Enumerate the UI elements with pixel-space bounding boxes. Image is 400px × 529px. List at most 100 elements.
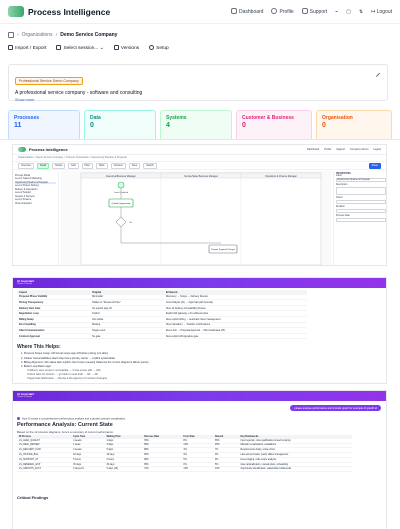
edit-button[interactable]: Edit — [68, 162, 79, 169]
organization-overview-panel: Process Intelligence Dashboard Profile S… — [0, 0, 400, 140]
tree-item[interactable]: Process Model — [15, 175, 56, 177]
gateway-label: Yes — [129, 222, 132, 224]
nav-dashboard[interactable]: Dashboard — [230, 8, 263, 15]
ai-assistant-header: AI Assistant Claude 4 Sonnet — [13, 278, 386, 288]
list-item: 4. Better Loop-Back Logic: — [21, 364, 52, 368]
table-cell: Opportunity identification, stakeholder … — [238, 466, 352, 473]
tree-item-selected[interactable]: Opportunity Pipeline & Proposal — [15, 181, 56, 184]
brand-logo-icon — [18, 147, 26, 152]
table-button[interactable]: Table — [95, 162, 108, 169]
editor-top-nav: Process Intelligence Dashboard Profile S… — [13, 145, 386, 155]
show-more-link[interactable]: Show more — [15, 98, 381, 102]
ai-comparison-panel: AI Assistant Claude 4 Sonnet Aspect Orig… — [12, 277, 387, 384]
dashboard-icon — [230, 8, 237, 14]
table-row: LS_GROWTH_ACCT 6 days+16 5 days (16) 72% 16%… — [17, 466, 352, 473]
stat-data[interactable]: Data 0 — [84, 110, 156, 139]
user-message-bubble: please analyse performance and provide g… — [290, 405, 381, 411]
brand-title: Process Intelligence — [29, 147, 68, 152]
diagram-canvas[interactable]: Executive/Business Manager Service/Sales… — [61, 171, 331, 266]
tree-item[interactable]: Close & Expand — [15, 203, 56, 205]
tree-item[interactable]: Level 2 Finance — [15, 199, 56, 201]
stat-customer-business[interactable]: Customer & Business 0 — [236, 110, 312, 139]
pulse-icon[interactable]: ⌁ — [335, 9, 338, 15]
page: Process Intelligence Dashboard Profile S… — [0, 0, 400, 529]
stat-processes[interactable]: Processes 11 — [8, 110, 80, 139]
save-button[interactable]: Save — [128, 162, 141, 169]
filter-button[interactable]: Filter — [81, 162, 93, 169]
comparison-table: Aspect Original Enhanced Proposal Phase … — [17, 290, 307, 340]
nav-logout[interactable]: ↦ Logout — [371, 9, 392, 15]
duration-input[interactable] — [336, 209, 386, 213]
table-cell: 16% — [181, 466, 213, 473]
overview-button[interactable]: Overview — [18, 162, 34, 169]
description-input[interactable] — [336, 187, 386, 195]
breadcrumb-organizations[interactable]: Organizations — [22, 32, 53, 38]
field-label: Description — [336, 184, 348, 186]
tree-item[interactable]: Level 2 Project Delivery — [15, 185, 56, 187]
nav-profile[interactable]: Profile — [324, 148, 331, 151]
nav-profile[interactable]: Profile — [271, 8, 294, 15]
list-item: If client asks for revision → go back to… — [27, 373, 98, 377]
editor-body: Process Model Level 1 Sales & Marketing … — [13, 171, 386, 266]
brand-title: Process Intelligence — [28, 6, 111, 17]
edit-pencil-icon[interactable] — [372, 69, 381, 78]
editor-breadcrumb[interactable]: Organizations > Demo Service Company > P… — [13, 155, 386, 162]
performance-heading: Performance Analysis: Current State — [17, 422, 113, 428]
brand-logo-icon — [8, 6, 24, 17]
breadcrumb: › Organizations › Demo Service Company — [0, 24, 400, 40]
owner-input[interactable] — [336, 200, 386, 204]
table-cell: 6 days+16 — [71, 466, 105, 473]
performance-table: ID Process Cycle Time Waiting Time Succe… — [17, 435, 352, 473]
top-nav-bar: Process Intelligence Dashboard Profile S… — [0, 0, 400, 24]
tree-item[interactable]: Delivery & Operations — [15, 189, 56, 191]
ai-subtitle: Claude 4 Sonnet — [17, 283, 32, 285]
table-cell: 72% — [142, 466, 182, 473]
translate-icon[interactable]: ⇅ — [359, 9, 363, 15]
tree-item[interactable]: Support & Success — [15, 196, 56, 198]
process-editor-panel: Process Intelligence Dashboard Profile S… — [12, 144, 387, 266]
task-label: Qualify Opportunity — [112, 202, 132, 205]
home-icon[interactable] — [8, 31, 14, 38]
org-toolbar: Import / Export Select session... ⌄ Vers… — [0, 40, 400, 54]
start-event[interactable] — [117, 181, 125, 189]
main-nav: Dashboard Profile Support ⌁ ▢ ⇅ ↦ Logout — [230, 8, 392, 15]
share-button[interactable]: Share — [368, 162, 381, 169]
table-cell: No gate — [90, 333, 164, 340]
swimlane-diagram[interactable]: Executive/Business Manager Service/Sales… — [61, 171, 331, 266]
chat-icon[interactable]: ▢ — [346, 9, 351, 15]
nav-support[interactable]: Support — [301, 8, 327, 15]
gear-icon — [149, 45, 155, 50]
field-label: Process Date — [336, 215, 350, 217]
performance-table-body: LS_LEAD_QUALIFY 4 weeks 4 days 35% 8% 65% Inpu… — [17, 438, 352, 473]
versions-button[interactable]: Versions — [110, 162, 126, 169]
nav-company-admin[interactable]: Company Admin — [350, 148, 368, 151]
search-button[interactable]: Search — [143, 162, 157, 169]
support-icon — [301, 8, 308, 14]
label-input[interactable]: Opportunity Pipeline & Proposal — [336, 178, 386, 182]
stat-systems[interactable]: Systems 4 — [160, 110, 232, 139]
simple-button[interactable]: Simple — [52, 162, 66, 169]
list-item: If delivery says scope is not feasible →… — [27, 369, 101, 373]
nav-support[interactable]: Support — [336, 148, 345, 151]
list-item: 3. Billing Alignment: AR makes Alert exp… — [21, 360, 149, 364]
nav-logout[interactable]: Logout — [373, 148, 381, 151]
session-icon — [56, 45, 62, 50]
profile-icon — [271, 8, 278, 14]
detail-button[interactable]: Detail — [36, 162, 50, 169]
performance-subheading: Based on the 12 process diagrams, here's… — [17, 430, 114, 434]
nav-dashboard[interactable]: Dashboard — [307, 148, 319, 151]
table-row: Contract Approval No gate New explicit AR … — [17, 333, 307, 340]
setup-button[interactable]: Setup — [149, 45, 169, 54]
process-date-input[interactable] — [336, 218, 386, 222]
import-export-button[interactable]: Import / Export — [8, 45, 46, 54]
task-label: Prepare Proposal & Scope — [211, 249, 236, 251]
tree-item[interactable]: Level 2 Support — [15, 192, 56, 194]
assistant-avatar-icon — [17, 417, 20, 420]
session-select[interactable]: Select session... ⌄ — [56, 45, 104, 54]
process-tree: Process Model Level 1 Sales & Marketing … — [13, 171, 59, 265]
table-cell: New explicit AR signature gate — [163, 333, 307, 340]
stat-organisation[interactable]: Organisation 0 — [316, 110, 392, 139]
tree-item[interactable]: Level 1 Sales & Marketing — [15, 178, 56, 180]
list-item: If approvals fail/revision → Revise & Re… — [27, 377, 108, 381]
versions-button[interactable]: Versions — [113, 45, 139, 54]
